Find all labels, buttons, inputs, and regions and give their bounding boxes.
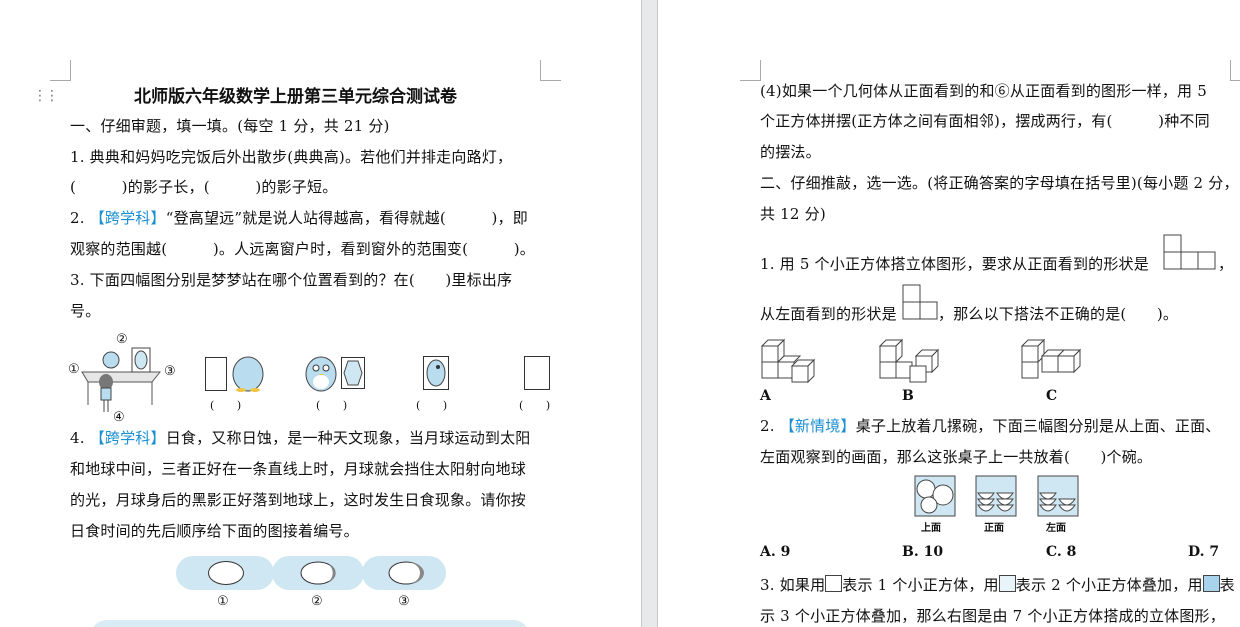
document-page-left: ⋮⋮ 北师版六年级数学上册第三单元综合测试卷 一、仔细审题，填一填。(每空 1 … xyxy=(0,0,641,627)
question-text: 号。 xyxy=(70,302,101,320)
page-corner-mark xyxy=(50,60,71,81)
page-corner-mark xyxy=(1230,60,1240,81)
question-text: 4. 【跨学科】日食，又称日蚀，是一种天文现象，当月球运动到太阳 xyxy=(70,429,531,447)
question-text: 的摆法。 xyxy=(760,143,821,161)
choice-label[interactable]: B xyxy=(902,388,914,404)
question-text: 2. 【新情境】桌子上放着几摞碗，下面三幅图分别是从上面、正面、 xyxy=(760,417,1221,435)
answer-blank[interactable]: ( ) xyxy=(519,396,550,416)
question-text: 1. 用 5 个小正方体搭立体图形，要求从正面看到的形状是 xyxy=(760,255,1149,273)
question-text: 3. 下面四幅图分别是梦梦站在哪个位置看到的？在( )里标出序 xyxy=(70,271,513,289)
question-text: 个正方体拼摆(正方体之间有面相邻)，摆成两行，有( )种不同 xyxy=(760,112,1210,130)
choice-label[interactable]: C. 8 xyxy=(1046,544,1076,560)
subject-tag: 【跨学科】 xyxy=(89,429,166,447)
choice-label[interactable]: C xyxy=(1046,388,1057,404)
subject-tag: 【跨学科】 xyxy=(89,209,166,227)
bowl-front-view-icon xyxy=(975,475,1017,517)
cube-stack-option-a xyxy=(760,338,816,384)
page-gutter xyxy=(641,0,658,627)
eclipse-sun-icon xyxy=(388,561,424,585)
page-title: 北师版六年级数学上册第三单元综合测试卷 xyxy=(134,87,457,107)
view-caption: 正面 xyxy=(984,523,1004,534)
page-corner-mark xyxy=(740,60,761,81)
question-text: 左面观察到的画面，那么这张桌子上一共放着( )个碗。 xyxy=(760,448,1153,466)
eclipse-sun-icon xyxy=(208,561,244,585)
answer-blank[interactable]: ( ) xyxy=(416,396,447,416)
choice-label[interactable]: A xyxy=(760,388,771,404)
cube-stack-option-c xyxy=(1020,338,1082,379)
eclipse-sun-icon xyxy=(300,561,336,585)
question-text: 和地球中间，三者正好在一条直线上时，月球就会挡住太阳射向地球 xyxy=(70,460,527,478)
eclipse-label: ③ xyxy=(398,594,410,609)
table-scene-icon xyxy=(81,347,162,412)
question-text: ( )的影子长，( )的影子短。 xyxy=(70,178,338,196)
drag-handle-icon[interactable]: ⋮⋮ xyxy=(33,88,59,104)
choice-label[interactable]: D. 7 xyxy=(1188,544,1219,560)
choice-label[interactable]: A. 9 xyxy=(760,544,790,560)
question-text: 1. 典典和妈妈吃完饭后外出散步(典典高)。若他们并排走向路灯， xyxy=(70,148,513,166)
question-text: 日食时间的先后顺序给下面的图接着编号。 xyxy=(70,522,359,540)
question-text: 2. 【跨学科】“登高望远”就是说人站得越高，看得就越( )，即 xyxy=(70,209,528,227)
cube-3-icon xyxy=(1202,575,1220,592)
bowl-left-view-icon xyxy=(1037,475,1079,517)
eclipse-label: ② xyxy=(311,594,323,609)
context-tag: 【新情境】 xyxy=(779,417,856,435)
bowl-top-view-icon xyxy=(914,475,956,517)
cube-2-icon xyxy=(998,575,1016,592)
document-page-right: (4)如果一个几何体从正面看到的和⑥从正面看到的图形一样，用 5 个正方体拼摆(… xyxy=(658,0,1240,627)
page-corner-mark xyxy=(540,60,561,81)
section-heading: 共 12 分) xyxy=(760,205,826,223)
front-view-shape-icon xyxy=(1163,234,1216,270)
choice-label[interactable]: B. 10 xyxy=(902,544,943,560)
answer-blank[interactable]: ( ) xyxy=(316,396,347,416)
question-text: (4)如果一个几何体从正面看到的和⑥从正面看到的图形一样，用 5 xyxy=(760,82,1207,100)
question-text: ，那么以下搭法不正确的是( )。 xyxy=(938,305,1179,323)
left-view-shape-icon xyxy=(902,284,938,320)
question-text: 从左面看到的形状是 xyxy=(760,305,897,323)
section-heading: 二、仔细推敲，选一选。(将正确答案的字母填在括号里)(每小题 2 分， xyxy=(760,174,1239,192)
question-text: 示 3 个小正方体叠加，那么右图是由 7 个小正方体搭成的立体图形， xyxy=(760,607,1225,625)
question-text: 3. 如果用 表示 1 个小正方体，用 表示 2 个小正方体叠加，用表 xyxy=(760,575,1235,594)
cube-1-icon xyxy=(825,575,843,592)
section-heading: 一、仔细审题，填一填。(每空 1 分，共 21 分) xyxy=(70,117,390,135)
question-text: 的光，月球身后的黑影正好落到地球上，这时发生日食现象。请你按 xyxy=(70,491,527,509)
eclipse-cloud xyxy=(90,620,530,627)
view-caption: 左面 xyxy=(1046,523,1066,534)
view-caption: 上面 xyxy=(921,523,941,534)
eclipse-label: ① xyxy=(217,594,229,609)
question-text: 观察的范围越( )。人远离窗户时，看到窗外的范围变( )。 xyxy=(70,240,536,258)
cube-stack-option-b xyxy=(878,338,940,383)
position-diagram: ① ② ③ ④ xyxy=(68,330,188,425)
answer-blank[interactable]: ( ) xyxy=(210,396,241,416)
